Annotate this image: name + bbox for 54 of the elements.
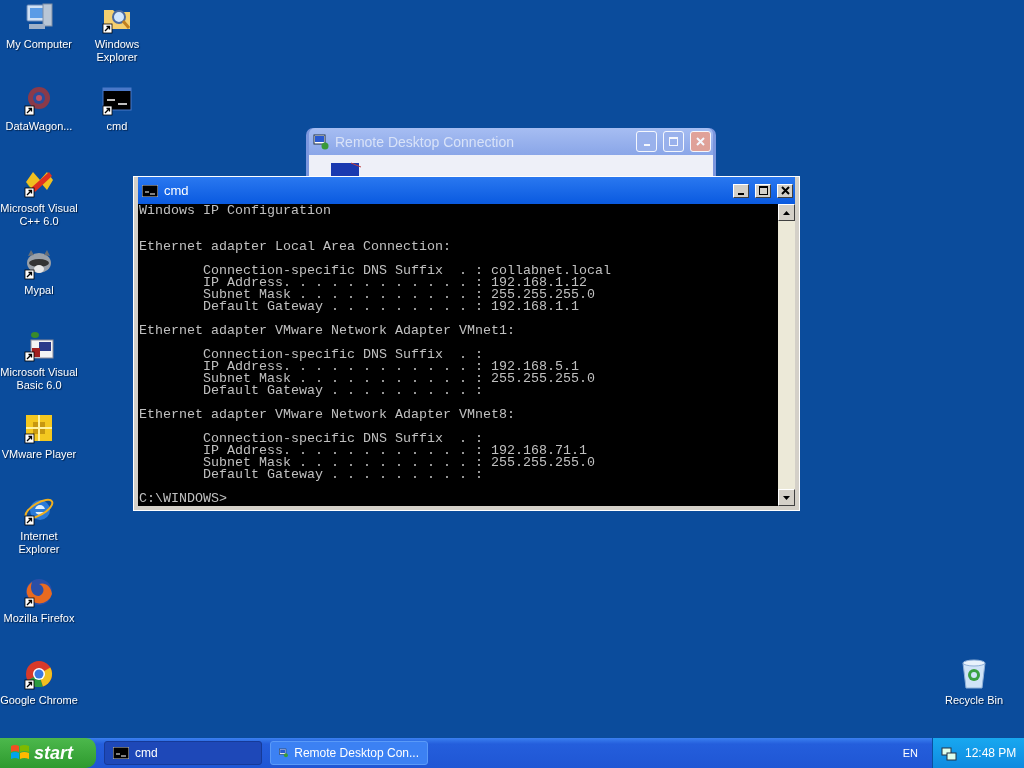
desktop-icon-label[interactable]: Windows Explorer bbox=[78, 38, 156, 64]
console-line: Default Gateway . . . . . . . . . : bbox=[202, 385, 484, 397]
console-prompt: C:\WINDOWS> bbox=[139, 493, 228, 505]
down-arrow-icon bbox=[783, 495, 790, 500]
console-line: IP Address. . . . . . . . . . . . : 192.168.71.1 bbox=[202, 445, 587, 457]
console-line: Connection-specific DNS Suffix . : collabnet.local bbox=[202, 265, 612, 277]
desktop-icon-label[interactable]: Internet Explorer bbox=[0, 530, 78, 556]
minimize-button[interactable] bbox=[733, 183, 749, 198]
up-arrow-icon bbox=[783, 210, 790, 215]
console-line: Ethernet adapter VMware Network Adapter VMnet1: bbox=[139, 325, 516, 337]
console-line: Ethernet adapter Local Area Connection: bbox=[139, 241, 452, 253]
console-line: Default Gateway . . . . . . . . . : 192.168.1.1 bbox=[202, 301, 580, 313]
windows-logo-icon bbox=[10, 744, 30, 762]
window-title: cmd bbox=[164, 183, 190, 198]
console-line: IP Address. . . . . . . . . . . . : 192.168.5.1 bbox=[202, 361, 579, 373]
desktop-icon-label[interactable]: VMware Player bbox=[0, 448, 78, 461]
desktop-icon-label[interactable]: My Computer bbox=[0, 38, 78, 51]
window-title: Remote Desktop Connection bbox=[335, 133, 515, 150]
minimize-icon bbox=[643, 143, 650, 146]
close-icon bbox=[780, 186, 790, 195]
console-icon bbox=[113, 747, 129, 759]
taskbar-button[interactable]: Remote Desktop Con... bbox=[270, 741, 428, 765]
network-icon[interactable] bbox=[941, 745, 957, 761]
clock: 12:48 PM bbox=[965, 746, 1017, 760]
console-line: Subnet Mask . . . . . . . . . . . : 255.255.255.0 bbox=[202, 457, 596, 469]
desktop-icon-label[interactable]: Mypal bbox=[0, 284, 78, 297]
close-button[interactable] bbox=[777, 183, 793, 198]
language-indicator[interactable]: EN bbox=[902, 747, 918, 759]
scroll-down-button[interactable] bbox=[778, 489, 795, 506]
console-line: Subnet Mask . . . . . . . . . . . : 255.255.255.0 bbox=[202, 373, 596, 385]
console-line: Connection-specific DNS Suffix . : bbox=[202, 349, 484, 361]
maximize-icon bbox=[758, 186, 768, 195]
console-line: Connection-specific DNS Suffix . : bbox=[202, 433, 484, 445]
console-line: Ethernet adapter VMware Network Adapter VMnet8: bbox=[139, 409, 516, 421]
console-line: IP Address. . . . . . . . . . . . : 192.168.1.12 bbox=[202, 277, 587, 289]
console-icon bbox=[142, 184, 158, 197]
minimize-icon bbox=[738, 192, 744, 195]
remote-desktop-icon bbox=[313, 133, 329, 150]
desktop-icon-label[interactable]: Recycle Bin bbox=[935, 694, 1013, 707]
scrollbar[interactable] bbox=[778, 204, 795, 506]
console-line: Default Gateway . . . . . . . . . : bbox=[202, 469, 484, 481]
maximize-button[interactable] bbox=[755, 183, 771, 198]
scroll-up-button[interactable] bbox=[778, 204, 795, 221]
console-line: Windows IP Configuration bbox=[139, 205, 332, 217]
close-icon bbox=[696, 137, 705, 146]
desktop-icon-label[interactable]: cmd bbox=[78, 120, 156, 133]
console-line: Subnet Mask . . . . . . . . . . . : 255.255.255.0 bbox=[202, 289, 596, 301]
desktop-icon-label[interactable]: DataWagon... bbox=[0, 120, 78, 133]
maximize-icon bbox=[669, 137, 678, 146]
taskbar-button[interactable]: cmd bbox=[104, 741, 262, 765]
desktop-icon-label[interactable]: Mozilla Firefox bbox=[0, 612, 78, 625]
desktop-icon-label[interactable]: Microsoft Visual C++ 6.0 bbox=[0, 202, 78, 228]
desktop-icon-label[interactable]: Microsoft Visual Basic 6.0 bbox=[0, 366, 78, 392]
desktop-icon-label[interactable]: Google Chrome bbox=[0, 694, 78, 707]
